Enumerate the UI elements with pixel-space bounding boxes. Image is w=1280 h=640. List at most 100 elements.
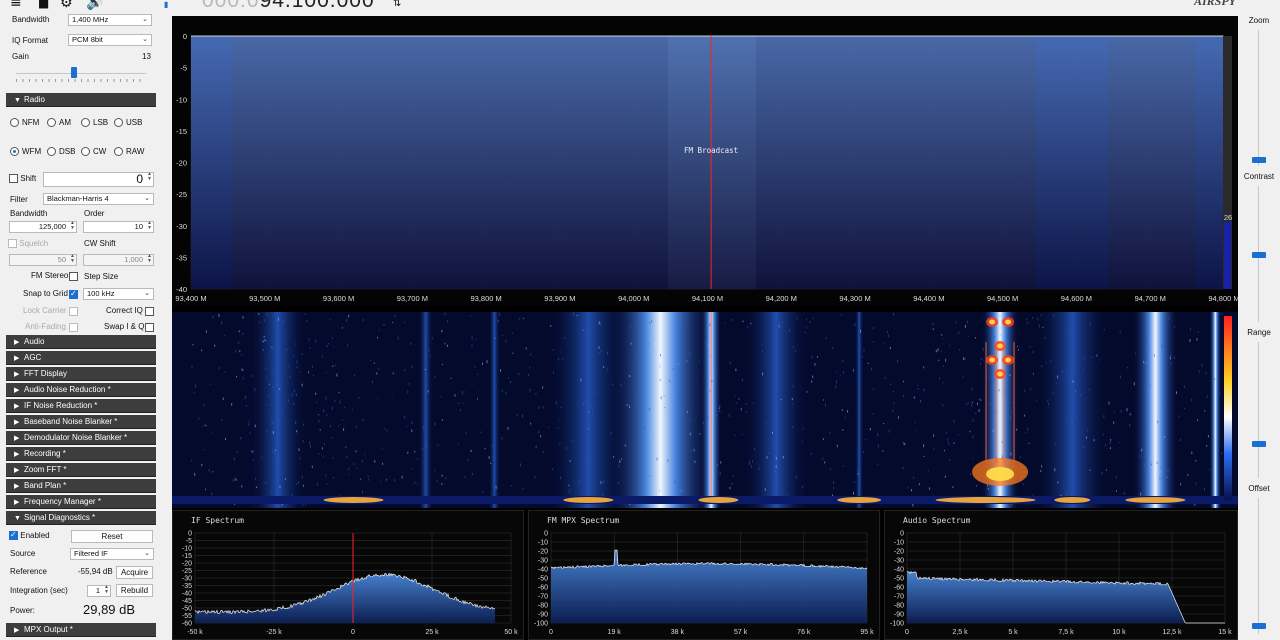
waterfall-speckle	[441, 419, 443, 421]
mode-cw-radio[interactable]: CW	[81, 147, 106, 156]
section-recording[interactable]: ▶ Recording *	[6, 447, 156, 461]
offset-slider-thumb[interactable]	[1252, 623, 1266, 629]
waterfall-speckle	[745, 403, 747, 406]
spectrum-analyzer[interactable]: 0 -5 -10 -15 -20 -25 -30 -35 -4093,400 M 93,500 M…	[172, 16, 1238, 306]
lock-carrier-checkbox[interactable]	[69, 307, 78, 316]
contrast-slider-thumb[interactable]	[1252, 252, 1266, 258]
waterfall-speckle	[1129, 423, 1131, 427]
zoom-slider-thumb[interactable]	[1252, 157, 1266, 163]
correct-iq-checkbox[interactable]	[145, 307, 154, 316]
waterfall-speckle	[268, 394, 270, 397]
waterfall-speckle	[266, 376, 268, 378]
gain-slider-thumb[interactable]	[71, 67, 77, 78]
section-frequency-manager[interactable]: ▶ Frequency Manager *	[6, 495, 156, 509]
integration-spinbox[interactable]: 1 ▲ ▼	[87, 585, 111, 597]
mode-am-radio[interactable]: AM	[47, 118, 71, 127]
mode-wfm-radio[interactable]: WFM	[10, 147, 41, 156]
section-if-noise-reduction[interactable]: ▶ IF Noise Reduction *	[6, 399, 156, 413]
waterfall-speckle	[298, 448, 300, 452]
section-audio-noise-reduction[interactable]: ▶ Audio Noise Reduction *	[6, 383, 156, 397]
fm-stereo-checkbox[interactable]	[69, 272, 78, 281]
section-demodulator-noise-blanker[interactable]: ▶ Demodulator Noise Blanker *	[6, 431, 156, 445]
offset-slider-track[interactable]	[1258, 498, 1259, 634]
waterfall-speckle	[333, 477, 334, 479]
samplerate-select[interactable]: 1,400 MHz ⌄	[68, 14, 152, 26]
waterfall-speckle	[204, 424, 206, 426]
frequency-display[interactable]: 000.094.100.000	[202, 0, 375, 12]
squelch-spinbox[interactable]: 50 ▲ ▼	[9, 254, 77, 266]
mode-raw-radio[interactable]: RAW	[114, 147, 144, 156]
section-band-plan[interactable]: ▶ Band Plan *	[6, 479, 156, 493]
section-fft-display[interactable]: ▶ FFT Display	[6, 367, 156, 381]
waterfall-speckle	[1150, 463, 1152, 466]
mode-nfm-radio[interactable]: NFM	[10, 118, 39, 127]
radio-section-header[interactable]: ▼ Radio	[6, 93, 156, 107]
waterfall-speckle	[265, 367, 266, 370]
waterfall-speckle	[348, 467, 350, 470]
section-zoom-fft[interactable]: ▶ Zoom FFT *	[6, 463, 156, 477]
waterfall-speckle	[590, 405, 592, 408]
shift-spinbox[interactable]: 0 ▲ ▼	[43, 172, 154, 187]
mode-dsb-radio[interactable]: DSB	[47, 147, 75, 156]
waterfall-speckle	[241, 485, 243, 488]
diagnostics-source-select[interactable]: Filtered IF ⌄	[70, 548, 154, 560]
waterfall-speckle	[639, 393, 641, 395]
waterfall-speckle	[650, 436, 652, 439]
waterfall-speckle	[510, 485, 512, 487]
waterfall-speckle	[578, 480, 580, 483]
filter-select[interactable]: Blackman-Harris 4 ⌄	[43, 193, 154, 205]
gear-icon[interactable]: ⚙	[60, 0, 73, 10]
zoom-slider-track[interactable]	[1258, 30, 1259, 166]
range-slider-thumb[interactable]	[1252, 441, 1266, 447]
waterfall-speckle	[588, 428, 589, 430]
hamburger-menu-icon[interactable]: ≡	[10, 0, 22, 10]
diagnostics-enabled-checkbox[interactable]: Enabled	[9, 530, 50, 540]
speaker-icon[interactable]: 🔊	[86, 0, 103, 10]
step-size-select[interactable]: 100 kHz ⌄	[83, 288, 154, 300]
acquire-button[interactable]: Acquire	[116, 566, 153, 579]
waterfall-speckle	[272, 369, 274, 372]
section-mpx-output[interactable]: ▶ MPX Output *	[6, 623, 156, 637]
waterfall-display[interactable]	[172, 312, 1238, 508]
section-signal-diagnostics[interactable]: ▼ Signal Diagnostics *	[6, 511, 156, 525]
range-slider-track[interactable]	[1258, 342, 1259, 478]
section-baseband-noise-blanker[interactable]: ▶ Baseband Noise Blanker *	[6, 415, 156, 429]
waterfall-speckle	[288, 366, 290, 368]
tuning-arrows-icon[interactable]: ⇅	[393, 0, 401, 11]
waterfall-speckle	[1180, 438, 1181, 442]
control-panel: Bandwidth 1,400 MHz ⌄ IQ Format PCM 8bit ⌄…	[0, 10, 160, 640]
waterfall-speckle	[569, 460, 571, 462]
rebuild-button[interactable]: Rebuild	[116, 584, 153, 597]
cw-shift-spinbox[interactable]: 1,000 ▲ ▼	[83, 254, 154, 266]
waterfall-speckle	[825, 337, 827, 340]
iq-format-select[interactable]: PCM 8bit ⌄	[68, 34, 152, 46]
anti-fading-checkbox[interactable]	[69, 323, 78, 332]
squelch-checkbox[interactable]: Squelch	[8, 239, 48, 248]
expanded-triangle-icon: ▼	[14, 515, 21, 522]
waterfall-speckle	[367, 475, 369, 478]
y-tick-label: -60	[182, 621, 192, 628]
mode-lsb-radio[interactable]: LSB	[81, 118, 108, 127]
swap-iq-checkbox[interactable]	[145, 323, 154, 332]
section-audio[interactable]: ▶ Audio	[6, 335, 156, 349]
stop-square-icon[interactable]: ■	[38, 0, 49, 10]
waterfall-speckle	[568, 459, 570, 462]
section-label: AGC	[24, 353, 42, 362]
order-spinbox[interactable]: 10 ▲ ▼	[83, 221, 154, 233]
shift-checkbox[interactable]: Shift	[9, 174, 36, 183]
snap-to-grid-checkbox[interactable]	[69, 289, 78, 299]
waterfall-speckle	[296, 366, 298, 369]
reset-button[interactable]: Reset	[71, 530, 153, 543]
collapsed-triangle-icon: ▶	[14, 339, 20, 346]
waterfall-speckle	[812, 317, 814, 320]
waterfall-speckle	[372, 380, 373, 384]
mode-usb-radio[interactable]: USB	[114, 118, 142, 127]
step-size-label: Step Size	[84, 272, 119, 281]
waterfall-speckle	[570, 488, 572, 490]
waterfall-speckle	[923, 455, 925, 457]
gain-slider-track[interactable]	[16, 73, 146, 74]
waterfall-signal-band	[248, 312, 307, 508]
section-agc[interactable]: ▶ AGC	[6, 351, 156, 365]
waterfall-speckle	[972, 419, 974, 422]
filter-bandwidth-spinbox[interactable]: 125,000 ▲ ▼	[9, 221, 77, 233]
